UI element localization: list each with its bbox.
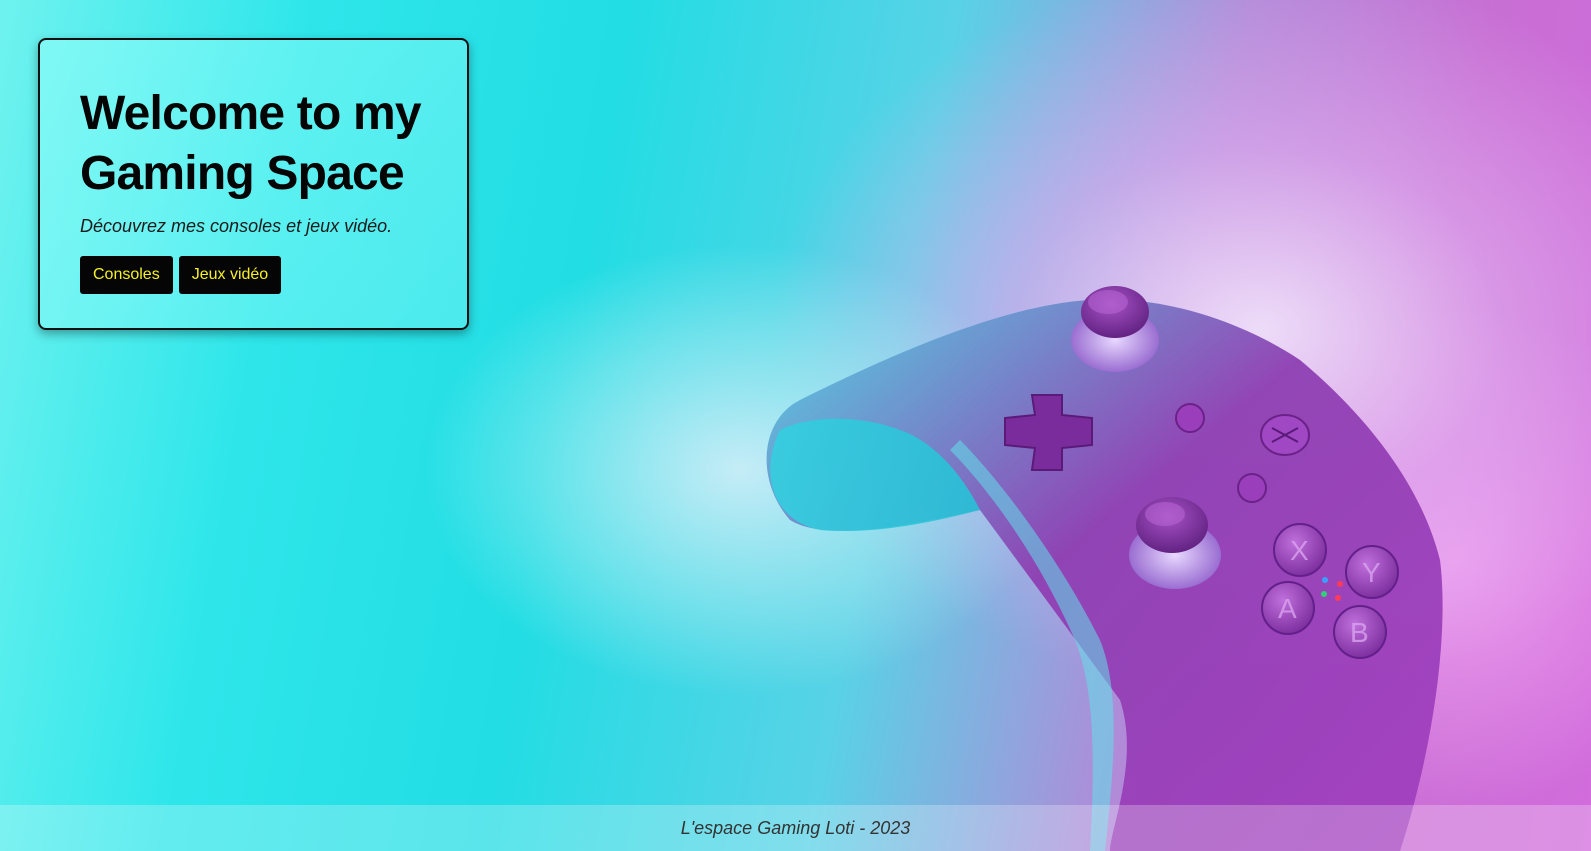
consoles-button[interactable]: Consoles	[80, 256, 173, 294]
svg-text:X: X	[1290, 535, 1309, 566]
page-title: Welcome to my Gaming Space	[80, 87, 422, 200]
svg-text:B: B	[1350, 617, 1369, 648]
nav-buttons: Consoles Jeux vidéo	[80, 256, 429, 294]
page-subtitle: Découvrez mes consoles et jeux vidéo.	[80, 216, 393, 236]
svg-text:A: A	[1278, 593, 1297, 624]
svg-text:Y: Y	[1362, 557, 1381, 588]
footer: L'espace Gaming Loti - 2023	[0, 805, 1591, 851]
video-games-button[interactable]: Jeux vidéo	[178, 256, 282, 294]
hero-card: Welcome to my Gaming Space Découvrez mes…	[38, 38, 469, 330]
